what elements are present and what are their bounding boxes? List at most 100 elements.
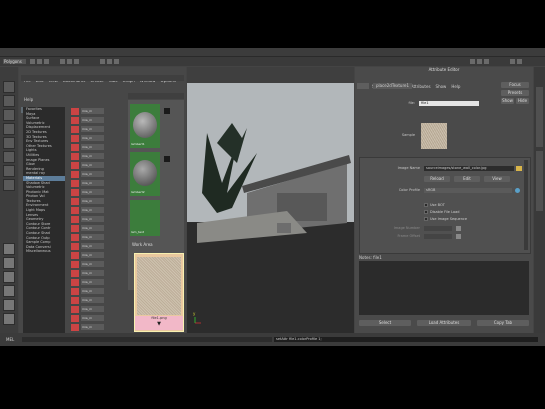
attr-scrollbar[interactable] [524,160,528,250]
material-node-icon [71,233,79,241]
select-hierarchy-icon[interactable] [60,59,65,64]
node-button[interactable]: mia_m [71,179,111,187]
last-tool-icon[interactable] [3,179,15,191]
lasso-tool-icon[interactable] [3,95,15,107]
node-button[interactable]: mia_m [71,206,111,214]
load-attributes-button[interactable]: Load Attributes [417,320,471,326]
command-input[interactable] [22,337,272,342]
open-scene-icon[interactable] [37,59,42,64]
notes-textarea[interactable] [359,261,529,315]
tree-item[interactable]: Miscellaneous [23,249,65,254]
select-component-icon[interactable] [74,59,79,64]
snap-point-icon[interactable] [114,59,119,64]
node-button[interactable]: mia_m [71,161,111,169]
attr-menu-item-3[interactable]: Attributes [411,83,431,90]
node-button[interactable]: mia_m [71,125,111,133]
hypershade-layout-icon[interactable] [3,299,15,311]
checker-icon [164,156,170,162]
node-tab-place2d[interactable]: place2dTexture1 [373,83,413,89]
single-view-layout-icon[interactable] [3,243,15,255]
select-button[interactable]: Select [359,320,411,326]
use-bot-checkbox[interactable] [424,203,428,207]
node-button[interactable]: mia_m [71,134,111,142]
node-button[interactable]: mia_m [71,314,111,322]
select-tool-icon[interactable] [3,81,15,93]
node-button[interactable]: mia_m [71,260,111,268]
file-name-field[interactable]: file1 [419,101,479,106]
swatch-lambert1[interactable]: lambert1 [130,104,160,148]
image-number-field[interactable] [424,226,452,231]
node-button[interactable]: mia_m [71,224,111,232]
node-button[interactable]: mia_m [71,233,111,241]
node-button[interactable]: mia_m [71,188,111,196]
focus-button[interactable]: Focus [501,82,529,88]
move-tool-icon[interactable] [3,123,15,135]
use-image-sequence-checkbox[interactable] [424,217,428,221]
new-scene-icon[interactable] [30,59,35,64]
node-button[interactable]: mia_m [71,269,111,277]
node-button[interactable]: mia_m [71,278,111,286]
toolbox [0,67,18,346]
file-tab[interactable] [357,83,369,89]
node-button[interactable]: mia_m [71,215,111,223]
rotate-tool-icon[interactable] [3,137,15,149]
node-label: mia_m [81,144,104,150]
reload-button[interactable]: Reload [424,176,450,182]
node-button[interactable]: mia_m [71,116,111,124]
snap-curve-icon[interactable] [107,59,112,64]
node-button[interactable]: mia_m [71,197,111,205]
color-profile-dropdown[interactable]: sRGB [424,188,512,193]
disable-file-load-checkbox[interactable] [424,210,428,214]
attribute-editor-side-tab[interactable] [536,87,543,147]
node-button[interactable]: mia_m [71,305,111,313]
expand-arrow-icon[interactable]: ▼ [135,321,183,327]
toggle-attr-editor-icon[interactable] [510,59,515,64]
node-button[interactable]: mia_m [71,287,111,295]
swatch-lam-text[interactable]: lam_text [130,200,160,236]
node-button[interactable]: mia_m [71,107,111,115]
attr-menu-item-4[interactable]: Show [436,83,447,90]
file-texture-node[interactable]: file1.png ▼ [134,253,184,332]
hide-button[interactable]: Hide [516,98,529,104]
keyframe-icon[interactable] [456,226,461,231]
copy-tab-button[interactable]: Copy Tab [477,320,529,326]
node-button[interactable]: mia_m [71,251,111,259]
keyframe-icon[interactable] [456,234,461,239]
node-button[interactable]: mia_m [71,143,111,151]
presets-button[interactable]: Presets [501,90,529,96]
snap-grid-icon[interactable] [100,59,105,64]
frame-offset-label: Frame Offset [397,234,420,238]
swatch-lambert2[interactable]: lambert2 [130,152,160,196]
attr-menu-item-5[interactable]: Help [451,83,460,90]
persp-graph-layout-icon[interactable] [3,285,15,297]
render-settings-icon[interactable] [484,59,489,64]
menu-set-dropdown[interactable]: Polygons [3,59,26,64]
four-view-layout-icon[interactable] [3,257,15,269]
node-button[interactable]: mia_m [71,296,111,304]
show-button[interactable]: Show [501,98,514,104]
edit-button[interactable]: Edit [454,176,480,182]
frame-offset-field[interactable] [424,234,452,239]
channel-box-side-tab[interactable] [536,151,543,211]
select-object-icon[interactable] [67,59,72,64]
persp-viewport[interactable]: ViewShadingLightingShowRendererPanels y [187,67,354,333]
paint-select-icon[interactable] [3,109,15,121]
node-button[interactable]: mia_m [71,170,111,178]
side-by-side-layout-icon[interactable] [3,271,15,283]
image-name-field[interactable]: sourceimages/stone_wall_color.jpg [424,166,514,171]
node-label: mia_m [81,288,104,294]
material-node-icon [71,305,79,313]
node-button[interactable]: mia_m [71,152,111,160]
ipr-render-icon[interactable] [477,59,482,64]
save-scene-icon[interactable] [44,59,49,64]
folder-icon[interactable] [516,166,522,171]
node-button[interactable]: mia_m [71,242,111,250]
attribute-editor: Attribute Editor ListSelectedFocusAttrib… [355,67,533,333]
toggle-channel-box-icon[interactable] [517,59,522,64]
node-button[interactable]: mia_m [71,323,111,331]
outliner-layout-icon[interactable] [3,313,15,325]
view-button[interactable]: View [484,176,510,182]
scale-tool-icon[interactable] [3,151,15,163]
render-icon[interactable] [470,59,475,64]
manipulator-icon[interactable] [3,165,15,177]
